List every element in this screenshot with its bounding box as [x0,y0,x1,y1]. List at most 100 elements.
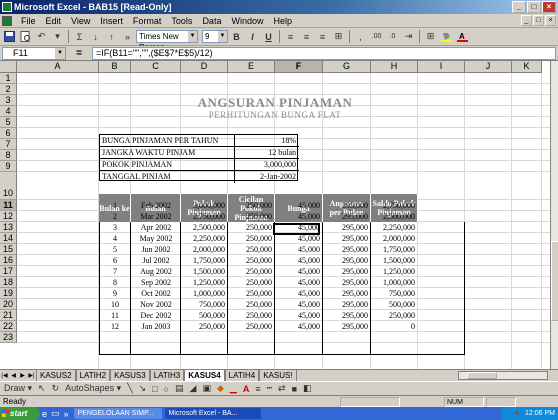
table-cell[interactable]: 295,000 [323,233,371,244]
italic-button[interactable]: I [245,29,260,44]
table-cell[interactable]: 3,000,000 [181,200,228,211]
info-value[interactable]: 12 bulan [234,147,299,159]
table-cell[interactable]: 1 [99,200,131,211]
autoshapes-menu-button[interactable]: AutoShapes ▾ [63,383,123,394]
sheet-tab-kasus5[interactable]: KASUS! [259,370,297,381]
comma-style-button[interactable]: , [353,29,368,44]
table-cell[interactable]: 11 [99,310,131,321]
table-cell[interactable]: Nov 2002 [131,299,181,310]
row-header-18[interactable]: 18 [0,277,17,288]
table-cell[interactable]: 45,000 [275,310,323,321]
table-cell[interactable]: 45,000 [275,321,323,332]
table-cell[interactable]: 4 [99,233,131,244]
row-header-1[interactable]: 1 [0,73,17,84]
table-cell[interactable]: 250,000 [181,321,228,332]
table-cell[interactable]: 1,500,000 [371,255,418,266]
table-cell[interactable]: 5 [99,244,131,255]
column-header-j[interactable]: J [465,61,512,73]
table-cell[interactable]: 250,000 [228,277,275,288]
horizontal-scroll-thumb[interactable] [467,372,497,379]
undo-dropdown-icon[interactable]: ▾ [50,29,65,44]
clipart-icon[interactable]: ▣ [200,383,213,394]
undo-icon[interactable]: ↶ [34,29,49,44]
close-button[interactable]: × [542,1,556,13]
horizontal-scrollbar[interactable] [458,371,548,380]
table-cell[interactable]: 1,500,000 [181,266,228,277]
table-cell[interactable]: 2,500,000 [371,211,418,222]
sheet-tab-latih3[interactable]: LATIH3 [149,370,185,381]
table-cell[interactable]: 750,000 [181,299,228,310]
quick-launch-more-icon[interactable]: » [62,409,71,419]
free-rotate-icon[interactable]: ↻ [50,383,62,394]
table-cell[interactable]: 3 [99,222,131,233]
column-header-a[interactable]: A [17,61,99,73]
sort-descending-icon[interactable]: ↑ [104,29,119,44]
table-cell[interactable]: 2 [99,211,131,222]
table-cell[interactable]: 250,000 [228,211,275,222]
table-cell[interactable]: 295,000 [323,255,371,266]
menu-view[interactable]: View [66,14,95,28]
line-color-icon[interactable]: ▁ [228,383,239,394]
chevron-down-icon[interactable]: ▼ [188,31,197,42]
doc-minimize-button[interactable]: _ [521,15,532,26]
table-cell[interactable]: 250,000 [228,244,275,255]
table-cell[interactable]: Jul 2002 [131,255,181,266]
sheet-tab-kasus2[interactable]: KASUS2 [36,370,76,381]
font-size-select[interactable]: 9 ▼ [202,30,228,43]
sort-ascending-icon[interactable]: ↓ [88,29,103,44]
table-cell[interactable]: 9 [99,288,131,299]
column-header-c[interactable]: C [131,61,181,73]
table-cell[interactable]: May 2002 [131,233,181,244]
table-cell[interactable]: 2,500,000 [181,222,228,233]
merge-center-icon[interactable]: ⊞ [331,29,346,44]
vertical-scrollbar[interactable] [550,61,558,369]
table-cell[interactable]: 295,000 [323,288,371,299]
table-cell[interactable]: 750,000 [371,288,418,299]
table-cell[interactable]: 295,000 [323,222,371,233]
info-value[interactable]: 18% [234,135,299,147]
table-cell[interactable]: 45,000 [275,299,323,310]
underline-button[interactable]: U [261,29,276,44]
table-cell[interactable]: 250,000 [228,321,275,332]
table-cell[interactable]: 45,000 [275,211,323,222]
table-cell[interactable]: 250,000 [228,200,275,211]
table-cell[interactable]: 250,000 [228,266,275,277]
table-cell[interactable]: 2,750,000 [371,200,418,211]
row-header-3[interactable]: 3 [0,95,17,106]
info-value[interactable]: 2-Jan-2002 [234,171,299,183]
table-cell[interactable]: 7 [99,266,131,277]
vertical-scroll-thumb[interactable] [551,241,558,321]
table-cell[interactable]: 500,000 [371,299,418,310]
column-header-e[interactable]: E [228,61,275,73]
arrow-style-icon[interactable]: ⇄ [276,383,288,394]
menu-file[interactable]: File [16,14,41,28]
print-preview-icon[interactable] [18,29,33,44]
shadow-icon[interactable]: ■ [290,384,299,394]
menu-insert[interactable]: Insert [95,14,128,28]
save-icon[interactable] [2,29,17,44]
row-header-10[interactable]: 10 [0,172,17,200]
row-header-11[interactable]: 11 [0,200,17,211]
table-cell[interactable]: 1,750,000 [181,255,228,266]
menu-tools[interactable]: Tools [166,14,197,28]
indent-icon[interactable]: ⇥ [401,29,416,44]
sheet-tab-latih2[interactable]: LATIH2 [75,370,111,381]
table-cell[interactable]: Feb 2002 [131,200,181,211]
table-cell[interactable]: 12 [99,321,131,332]
column-header-b[interactable]: B [99,61,131,73]
table-cell[interactable]: 295,000 [323,244,371,255]
table-cell[interactable]: 1,250,000 [371,266,418,277]
prev-sheet-icon[interactable]: ◀ [9,371,18,381]
table-cell[interactable]: 1,250,000 [181,277,228,288]
table-cell[interactable]: Mar 2002 [131,211,181,222]
table-cell[interactable]: 250,000 [228,288,275,299]
table-cell[interactable]: 2,000,000 [181,244,228,255]
table-cell[interactable]: 2,750,000 [181,211,228,222]
table-cell[interactable]: 45,000 [275,288,323,299]
table-cell[interactable]: 2,000,000 [371,233,418,244]
fill-color-icon[interactable] [439,29,454,44]
select-all-corner[interactable] [0,61,17,73]
column-header-i[interactable]: I [418,61,465,73]
menu-edit[interactable]: Edit [41,14,67,28]
first-sheet-icon[interactable]: |◀ [0,371,9,381]
